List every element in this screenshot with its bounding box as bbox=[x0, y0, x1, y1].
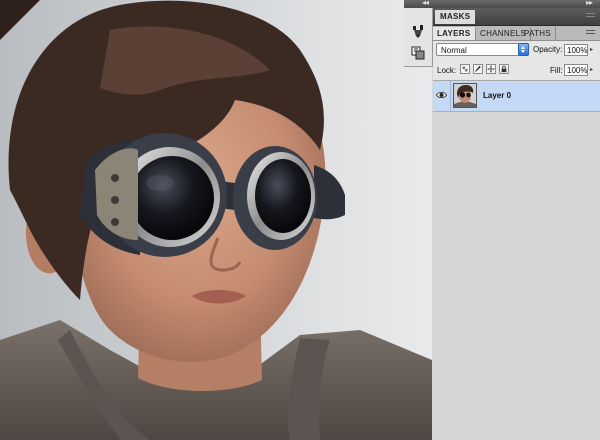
lock-all-icon[interactable] bbox=[499, 64, 509, 74]
layers-panel: LAYERS CHANNELS PATHS Normal Opacity: 10… bbox=[433, 26, 600, 440]
layers-list-empty-area[interactable] bbox=[433, 112, 600, 440]
opacity-label: Opacity: bbox=[533, 45, 563, 54]
lock-label: Lock: bbox=[437, 66, 457, 75]
lock-transparent-icon[interactable] bbox=[460, 64, 470, 74]
fill-slider-arrow-icon[interactable]: ▸ bbox=[590, 64, 596, 76]
opacity-input[interactable]: 100% bbox=[564, 44, 588, 56]
layer-visibility-toggle[interactable] bbox=[433, 81, 451, 111]
masks-panel-menu-icon[interactable] bbox=[586, 13, 595, 20]
collapse-panels-icon[interactable]: ▸▸ bbox=[586, 0, 593, 7]
blend-mode-select[interactable]: Normal bbox=[436, 43, 529, 56]
fill-label: Fill: bbox=[550, 66, 563, 75]
document-canvas[interactable] bbox=[0, 0, 432, 440]
panel-collapse-bar[interactable]: ◂◂ ▸▸ bbox=[404, 0, 600, 8]
brush-presets-icon[interactable] bbox=[411, 24, 425, 38]
panel-icon-dock bbox=[404, 8, 433, 67]
layer-thumbnail[interactable] bbox=[453, 83, 477, 108]
tab-masks[interactable]: MASKS bbox=[435, 10, 476, 24]
layer-row[interactable]: Layer 0 bbox=[433, 81, 600, 112]
layer-name[interactable]: Layer 0 bbox=[483, 91, 511, 100]
photo-goggles-portrait bbox=[0, 0, 432, 440]
clone-source-icon[interactable] bbox=[411, 46, 425, 60]
lock-position-icon[interactable] bbox=[486, 64, 496, 74]
opacity-slider-arrow-icon[interactable]: ▸ bbox=[590, 44, 596, 56]
eye-icon bbox=[436, 91, 447, 99]
layer-thumbnail-image bbox=[454, 84, 476, 107]
layers-panel-menu-icon[interactable] bbox=[586, 30, 595, 37]
lock-image-pixels-icon[interactable] bbox=[473, 64, 483, 74]
tab-layers[interactable]: LAYERS bbox=[433, 27, 476, 40]
blend-mode-value: Normal bbox=[441, 46, 467, 55]
expand-dock-icon[interactable]: ◂◂ bbox=[422, 0, 429, 7]
tab-paths[interactable]: PATHS bbox=[520, 27, 556, 40]
blend-opacity-row: Normal Opacity: 100% ▸ bbox=[433, 41, 600, 61]
fill-input[interactable]: 100% bbox=[564, 64, 588, 76]
blend-mode-dropdown-icon[interactable] bbox=[518, 43, 529, 56]
masks-panel: MASKS bbox=[433, 8, 600, 26]
layers-panel-tabbar: LAYERS CHANNELS PATHS bbox=[433, 26, 600, 41]
lock-fill-row: Lock: Fill: 100% ▸ bbox=[433, 61, 600, 81]
